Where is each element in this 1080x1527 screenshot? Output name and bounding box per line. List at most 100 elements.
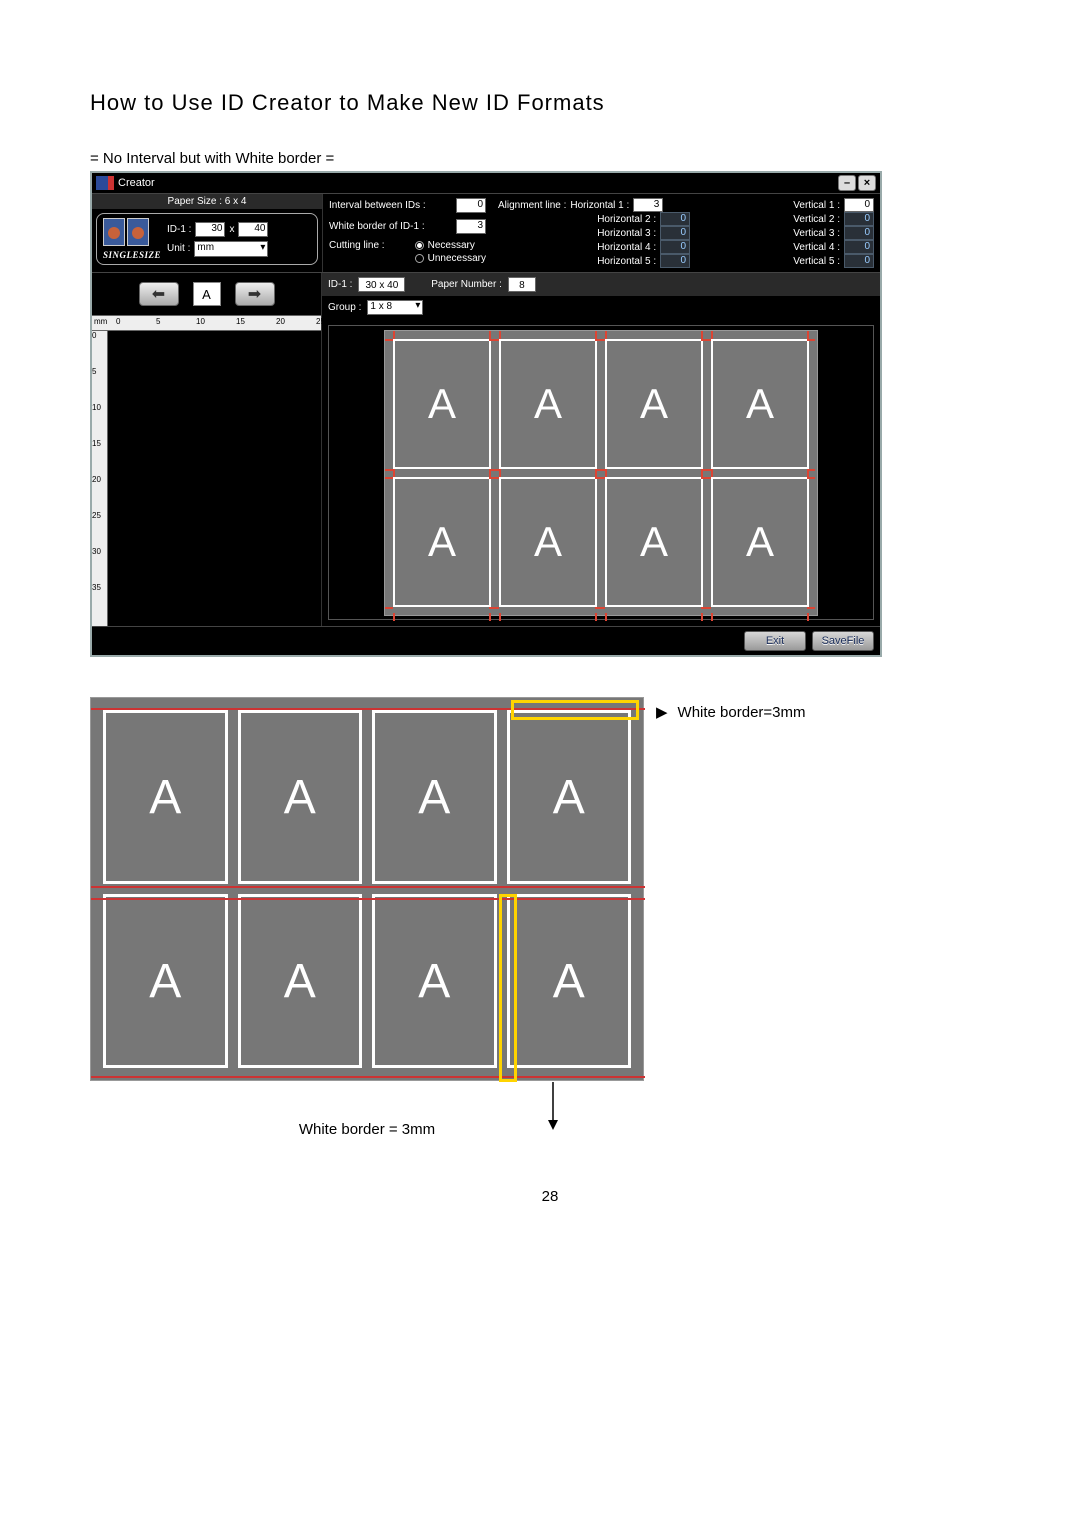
paper-number-value: 8 — [508, 277, 536, 292]
v4-label: Vertical 4 : — [793, 242, 840, 253]
cell-letter: A — [746, 518, 774, 566]
id1-height-input[interactable]: 40 — [238, 222, 268, 237]
cell-letter: A — [418, 770, 450, 825]
layout-cell: A — [393, 339, 491, 469]
v5-label: Vertical 5 : — [793, 256, 840, 267]
diagram-cell: A — [507, 894, 632, 1068]
annotation-right-text: White border=3mm — [678, 704, 806, 721]
sample-thumb-pair-icon — [103, 218, 161, 246]
group-label: Group : — [328, 302, 361, 313]
ruler-tick: 20 — [276, 317, 285, 326]
radio-unnecessary[interactable]: Unnecessary — [415, 253, 486, 264]
v2-label: Vertical 2 : — [793, 214, 840, 225]
diagram-cell: A — [507, 710, 632, 884]
h2-label: Horizontal 2 : — [597, 214, 656, 225]
layout-cell: A — [605, 477, 703, 607]
ruler-tick: 35 — [92, 583, 101, 592]
h5-input[interactable]: 0 — [660, 254, 690, 268]
cell-letter: A — [428, 518, 456, 566]
id-canvas[interactable] — [108, 331, 321, 626]
layout-info-bar: ID-1 : 30 x 40 Paper Number : 8 — [322, 273, 880, 296]
page-title: How to Use ID Creator to Make New ID For… — [90, 90, 1010, 116]
h2-input[interactable]: 0 — [660, 212, 690, 226]
ruler-tick: 10 — [196, 317, 205, 326]
white-border-diagram: A A A A A A A A — [90, 697, 644, 1081]
cuttingline-label: Cutting line : — [329, 240, 385, 251]
h1-label: Horizontal 1 : — [570, 200, 629, 211]
v1-label: Vertical 1 : — [793, 200, 840, 211]
by-x: x — [229, 224, 234, 235]
ruler-tick: 5 — [156, 317, 160, 326]
arrow-right-icon: ▶ — [656, 703, 668, 721]
interval-input[interactable]: 0 — [456, 198, 486, 213]
prev-arrow-button[interactable]: ⬅ — [139, 282, 179, 306]
diagram-cell: A — [103, 894, 228, 1068]
h4-input[interactable]: 0 — [660, 240, 690, 254]
annotation-right: ▶ White border=3mm — [656, 703, 806, 721]
ruler-tick: 0 — [92, 331, 96, 340]
layout-cell: A — [499, 477, 597, 607]
v4-input[interactable]: 0 — [844, 240, 874, 254]
ruler-tick: 0 — [116, 317, 120, 326]
cell-letter: A — [534, 518, 562, 566]
horizontal-ruler: mm 0 5 10 15 20 25 — [92, 315, 321, 331]
interval-label: Interval between IDs : — [329, 200, 426, 211]
id1-label: ID-1 : — [167, 224, 191, 235]
minimize-button[interactable]: – — [838, 175, 856, 191]
exit-button[interactable]: Exit — [744, 631, 806, 651]
layout-cell: A — [711, 339, 809, 469]
layout-cell: A — [711, 477, 809, 607]
ruler-unit-label: mm — [94, 317, 107, 326]
next-arrow-button[interactable]: ➡ — [235, 282, 275, 306]
cell-letter: A — [284, 954, 316, 1009]
settings-panel: Paper Size : 6 x 4 SINGLESIZE ID-1 : 30 … — [92, 193, 880, 272]
id1-width-input[interactable]: 30 — [195, 222, 225, 237]
cell-letter: A — [640, 380, 668, 428]
id-preview-thumbnail: A — [193, 282, 221, 306]
v3-input[interactable]: 0 — [844, 226, 874, 240]
unit-select[interactable]: mm — [194, 241, 268, 257]
radio-necessary[interactable]: Necessary — [415, 240, 486, 251]
singlesize-label: SINGLESIZE — [103, 250, 161, 260]
ruler-tick: 25 — [316, 317, 325, 326]
cell-letter: A — [553, 770, 585, 825]
ruler-tick: 25 — [92, 511, 101, 520]
v3-label: Vertical 3 : — [793, 228, 840, 239]
cell-letter: A — [149, 954, 181, 1009]
cell-letter: A — [534, 380, 562, 428]
cell-letter: A — [149, 770, 181, 825]
layout-cell: A — [499, 339, 597, 469]
ruler-tick: 15 — [236, 317, 245, 326]
radio-dot-icon — [415, 254, 424, 263]
radio-dot-icon — [415, 241, 424, 250]
info-id1-label: ID-1 : — [328, 279, 352, 290]
group-select[interactable]: 1 x 8 — [367, 300, 423, 315]
v2-input[interactable]: 0 — [844, 212, 874, 226]
ruler-tick: 20 — [92, 475, 101, 484]
close-button[interactable]: × — [858, 175, 876, 191]
v5-input[interactable]: 0 — [844, 254, 874, 268]
window-title: Creator — [118, 177, 155, 189]
layout-preview[interactable]: A A A A A A A A — [328, 325, 874, 620]
paper-number-label: Paper Number : — [431, 279, 502, 290]
unit-label: Unit : — [167, 243, 190, 254]
app-logo-icon — [96, 176, 114, 190]
ruler-tick: 30 — [92, 547, 101, 556]
h3-input[interactable]: 0 — [660, 226, 690, 240]
savefile-button[interactable]: SaveFile — [812, 631, 874, 651]
diagram-cell: A — [103, 710, 228, 884]
h1-input[interactable]: 3 — [633, 198, 663, 212]
info-id1-size: 30 x 40 — [358, 277, 405, 292]
layout-cell: A — [393, 477, 491, 607]
ruler-tick: 5 — [92, 367, 96, 376]
cell-letter: A — [640, 518, 668, 566]
whiteborder-id1-input[interactable]: 3 — [456, 219, 486, 234]
ruler-tick: 10 — [92, 403, 101, 412]
v1-input[interactable]: 0 — [844, 198, 874, 212]
cell-letter: A — [284, 770, 316, 825]
cell-letter: A — [418, 954, 450, 1009]
h4-label: Horizontal 4 : — [597, 242, 656, 253]
cell-letter: A — [428, 380, 456, 428]
layout-cell: A — [605, 339, 703, 469]
singlesize-box: SINGLESIZE ID-1 : 30 x 40 Unit : mm — [96, 213, 318, 265]
